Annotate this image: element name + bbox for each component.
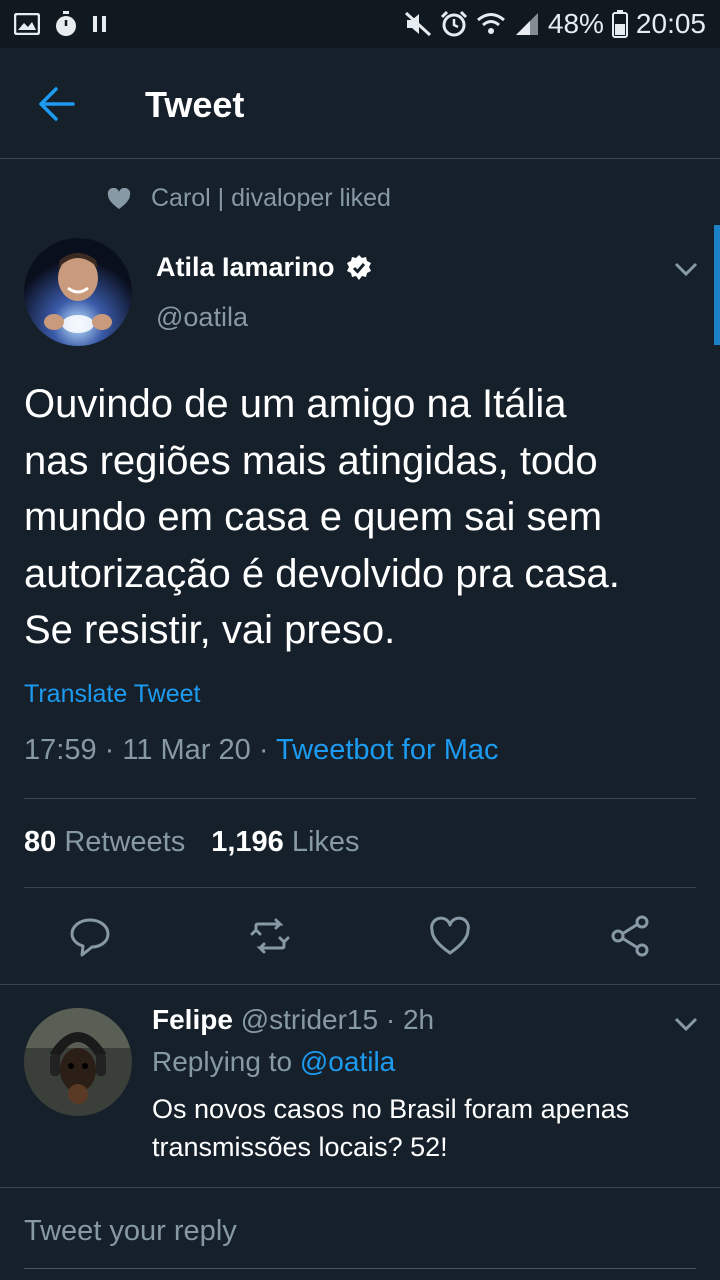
divider	[0, 984, 720, 985]
battery-icon	[611, 10, 628, 38]
author-name: Atila Iamarino	[156, 252, 335, 282]
chevron-down-icon[interactable]	[673, 261, 699, 277]
tweet-text-line: nas regiões mais atingidas, todo	[24, 438, 598, 483]
back-arrow-icon[interactable]	[36, 86, 76, 122]
retweets-stat[interactable]: 80 Retweets	[24, 826, 185, 859]
reply-text: Os novos casos no Brasil foram apenas tr…	[152, 1090, 692, 1166]
clock: 20:05	[635, 8, 706, 39]
chevron-down-icon[interactable]	[673, 1016, 699, 1032]
social-context-text: Carol | divaloper liked	[151, 184, 391, 212]
stopwatch-icon	[56, 11, 76, 36]
pause-icon	[93, 16, 106, 32]
author-handle[interactable]: @oatila	[156, 302, 248, 333]
tweet-stats: 80 Retweets 1,196 Likes	[24, 826, 360, 859]
translate-tweet-link[interactable]: Translate Tweet	[24, 680, 200, 709]
replying-to-link[interactable]: @oatila	[300, 1046, 395, 1077]
tweet-text-line: Se resistir, vai preso.	[24, 608, 396, 652]
tweet-date: 11 Mar 20	[122, 734, 251, 766]
social-context: Carol | divaloper liked	[107, 184, 391, 213]
verified-badge-icon	[346, 254, 371, 280]
divider	[24, 887, 696, 888]
reply-author-handle[interactable]: @strider15	[241, 1004, 378, 1035]
tweet-meta: 17:59 · 11 Mar 20 · Tweetbot for Mac	[24, 734, 499, 766]
reply-icon[interactable]	[66, 912, 114, 960]
likes-stat[interactable]: 1,196 Likes	[211, 826, 359, 859]
reply-text-line: transmissões locais? 52!	[152, 1132, 448, 1162]
replying-to: Replying to @oatila	[152, 1046, 395, 1078]
app-bar: Tweet	[0, 48, 720, 159]
tweet-text-line: autorização é devolvido pra casa.	[24, 551, 620, 596]
reply-input-underline	[24, 1268, 696, 1269]
heart-icon	[107, 187, 131, 209]
like-label: Likes	[291, 826, 360, 858]
tweet-text: Ouvindo de um amigo na Itália nas regiõe…	[24, 376, 704, 659]
like-count: 1,196	[211, 826, 284, 858]
reply-time: 2h	[402, 1004, 435, 1035]
status-bar: 48% 20:05	[0, 0, 720, 48]
gallery-notification-icon	[14, 13, 40, 35]
page-title: Tweet	[145, 84, 245, 125]
author-name-row[interactable]: Atila Iamarino	[156, 252, 373, 283]
signal-icon	[515, 13, 538, 35]
tweet-time: 17:59	[24, 734, 97, 766]
reply-author-name[interactable]: Felipe	[152, 1004, 233, 1035]
tweet-text-line: Ouvindo de um amigo na Itália	[24, 382, 567, 426]
reply-header: Felipe @strider15 · 2h	[152, 1004, 435, 1035]
share-icon[interactable]	[606, 912, 654, 960]
tweet-text-line: mundo em casa e quem sai sem	[24, 495, 603, 539]
author-avatar[interactable]	[24, 238, 132, 346]
battery-percent: 48%	[547, 8, 604, 39]
mute-icon	[404, 11, 431, 37]
tweet-source-link[interactable]: Tweetbot for Mac	[276, 734, 498, 766]
reply-text-line: Os novos casos no Brasil foram apenas	[152, 1094, 630, 1124]
retweet-label: Retweets	[64, 826, 186, 858]
alarm-icon	[440, 10, 467, 37]
divider	[24, 798, 696, 799]
reply-author-avatar[interactable]	[24, 1008, 132, 1116]
retweet-icon[interactable]	[246, 912, 294, 960]
retweet-count: 80	[24, 826, 57, 858]
divider	[0, 1187, 720, 1188]
wifi-icon	[476, 13, 505, 34]
replying-prefix: Replying to	[152, 1046, 293, 1077]
reply-input[interactable]: Tweet your reply	[24, 1215, 237, 1248]
like-icon[interactable]	[426, 912, 474, 960]
scrollbar[interactable]	[714, 225, 720, 345]
tweet-action-bar	[0, 912, 720, 960]
